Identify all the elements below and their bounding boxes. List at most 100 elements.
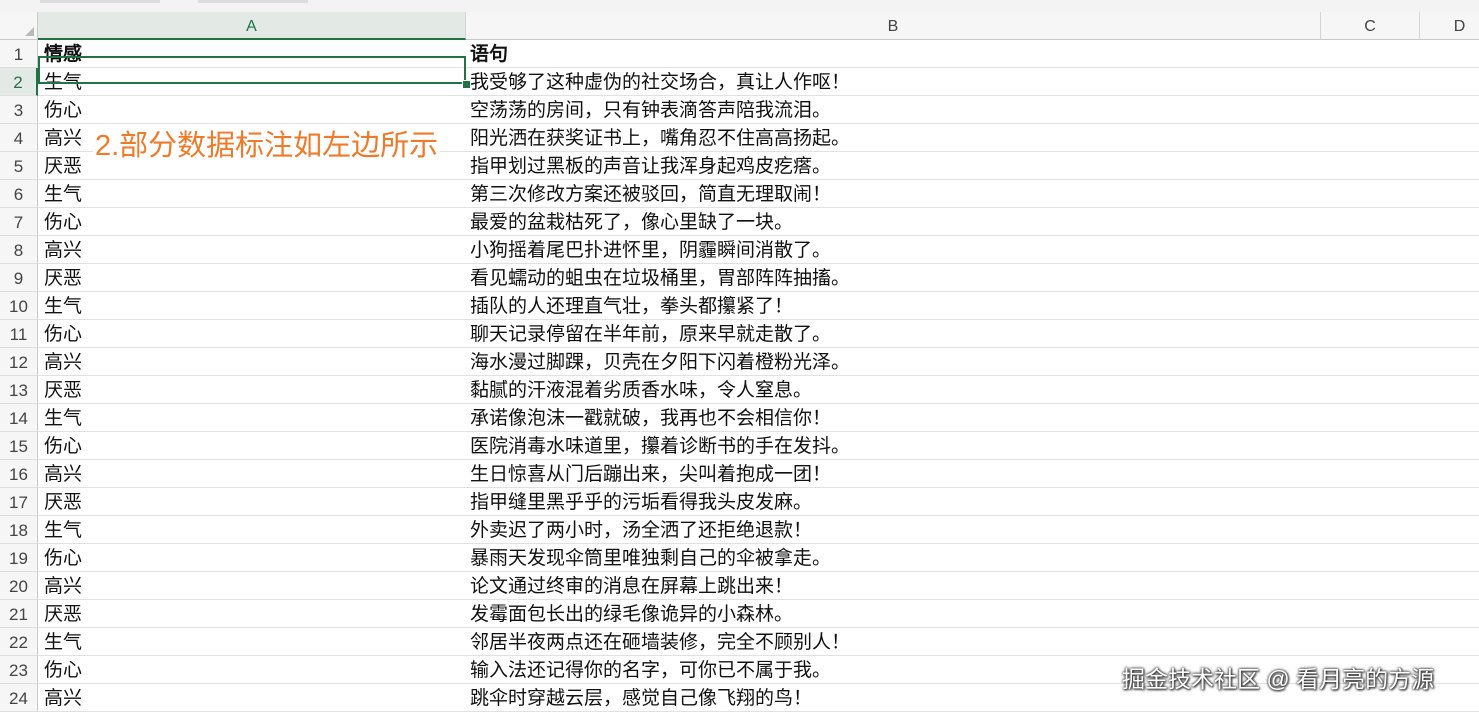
table-row: 伤心 聊天记录停留在半年前，原来早就走散了。	[38, 320, 1479, 348]
emotion-cell[interactable]: 伤心	[44, 320, 82, 347]
sentence-cell[interactable]: 我受够了这种虚伪的社交场合，真让人作呕！	[470, 68, 850, 95]
table-row: 生气 邻居半夜两点还在砸墙装修，完全不顾别人！	[38, 628, 1479, 656]
sentence-cell[interactable]: 指甲划过黑板的声音让我浑身起鸡皮疙瘩。	[470, 152, 831, 179]
emotion-cell[interactable]: 生气	[44, 292, 82, 319]
sentence-cell[interactable]: 输入法还记得你的名字，可你已不属于我。	[470, 656, 831, 683]
row-header[interactable]: 1	[0, 40, 38, 68]
row-header[interactable]: 15	[0, 432, 38, 460]
emotion-cell[interactable]: 高兴	[44, 684, 82, 711]
table-row: 厌恶 发霉面包长出的绿毛像诡异的小森林。	[38, 600, 1479, 628]
sentence-cell[interactable]: 空荡荡的房间，只有钟表滴答声陪我流泪。	[470, 96, 831, 123]
emotion-cell[interactable]: 高兴	[44, 572, 82, 599]
table-row: 伤心 医院消毒水味道里，攥着诊断书的手在发抖。	[38, 432, 1479, 460]
table-row: 生气 第三次修改方案还被驳回，简直无理取闹！	[38, 180, 1479, 208]
row-header[interactable]: 22	[0, 628, 38, 656]
emotion-cell[interactable]: 伤心	[44, 208, 82, 235]
row-header[interactable]: 19	[0, 544, 38, 572]
sentence-cell[interactable]: 承诺像泡沫一戳就破，我再也不会相信你！	[470, 404, 831, 431]
emotion-cell[interactable]: 高兴	[44, 348, 82, 375]
row-header[interactable]: 9	[0, 264, 38, 292]
sentence-cell[interactable]: 聊天记录停留在半年前，原来早就走散了。	[470, 320, 831, 347]
sentence-cell[interactable]: 最爱的盆栽枯死了，像心里缺了一块。	[470, 208, 793, 235]
tab-edge[interactable]	[198, 0, 308, 3]
row-header[interactable]: 4	[0, 124, 38, 152]
row-header[interactable]: 14	[0, 404, 38, 432]
sentence-cell[interactable]: 外卖迟了两小时，汤全洒了还拒绝退款！	[470, 516, 812, 543]
row-header[interactable]: 23	[0, 656, 38, 684]
sentence-cell[interactable]: 插队的人还理直气壮，拳头都攥紧了！	[470, 292, 793, 319]
emotion-cell[interactable]: 厌恶	[44, 376, 82, 403]
row-header[interactable]: 24	[0, 684, 38, 712]
row-header[interactable]: 3	[0, 96, 38, 124]
emotion-cell[interactable]: 伤心	[44, 656, 82, 683]
row-header[interactable]: 17	[0, 488, 38, 516]
row-header[interactable]: 21	[0, 600, 38, 628]
table-row: 伤心 空荡荡的房间，只有钟表滴答声陪我流泪。	[38, 96, 1479, 124]
row-header[interactable]: 20	[0, 572, 38, 600]
emotion-cell[interactable]: 厌恶	[44, 488, 82, 515]
watermark: 掘金技术社区 @ 看月亮的方源	[1122, 666, 1435, 692]
emotion-cell[interactable]: 高兴	[44, 236, 82, 263]
emotion-cell[interactable]: 厌恶	[44, 600, 82, 627]
row-header[interactable]: 2	[0, 68, 38, 96]
sentence-cell[interactable]: 阳光洒在获奖证书上，嘴角忍不住高高扬起。	[470, 124, 850, 151]
row-header[interactable]: 6	[0, 180, 38, 208]
fill-handle[interactable]	[462, 80, 471, 89]
sentence-cell[interactable]: 医院消毒水味道里，攥着诊断书的手在发抖。	[470, 432, 850, 459]
emotion-cell[interactable]: 厌恶	[44, 152, 82, 179]
sentence-cell[interactable]: 发霉面包长出的绿毛像诡异的小森林。	[470, 600, 793, 627]
select-all-corner[interactable]	[0, 12, 38, 40]
column-header-b[interactable]: B	[466, 12, 1321, 40]
sentence-cell[interactable]: 海水漫过脚踝，贝壳在夕阳下闪着橙粉光泽。	[470, 348, 850, 375]
active-cell-selection	[38, 56, 466, 84]
row-header[interactable]: 18	[0, 516, 38, 544]
tab-edge[interactable]	[40, 0, 160, 3]
sentence-cell[interactable]: 小狗摇着尾巴扑进怀里，阴霾瞬间消散了。	[470, 236, 831, 263]
annotation-label: 2.部分数据标注如左边所示	[93, 126, 441, 166]
table-row: 高兴 生日惊喜从门后蹦出来，尖叫着抱成一团！	[38, 460, 1479, 488]
row-header[interactable]: 8	[0, 236, 38, 264]
emotion-cell[interactable]: 伤心	[44, 544, 82, 571]
column-header-d[interactable]: D	[1420, 12, 1479, 40]
table-row: 厌恶 看见蠕动的蛆虫在垃圾桶里，胃部阵阵抽搐。	[38, 264, 1479, 292]
table-row: 伤心 最爱的盆栽枯死了，像心里缺了一块。	[38, 208, 1479, 236]
emotion-cell[interactable]: 生气	[44, 628, 82, 655]
column-header-c[interactable]: C	[1321, 12, 1420, 40]
sentence-cell[interactable]: 生日惊喜从门后蹦出来，尖叫着抱成一团！	[470, 460, 831, 487]
table-row: 伤心 暴雨天发现伞筒里唯独剩自己的伞被拿走。	[38, 544, 1479, 572]
row-header[interactable]: 7	[0, 208, 38, 236]
table-row: 厌恶 黏腻的汗液混着劣质香水味，令人窒息。	[38, 376, 1479, 404]
emotion-cell[interactable]: 伤心	[44, 96, 82, 123]
sentence-cell[interactable]: 黏腻的汗液混着劣质香水味，令人窒息。	[470, 376, 812, 403]
table-row: 高兴 小狗摇着尾巴扑进怀里，阴霾瞬间消散了。	[38, 236, 1479, 264]
row-header[interactable]: 11	[0, 320, 38, 348]
emotion-cell[interactable]: 高兴	[44, 460, 82, 487]
table-row: 生气 外卖迟了两小时，汤全洒了还拒绝退款！	[38, 516, 1479, 544]
sentence-cell[interactable]: 暴雨天发现伞筒里唯独剩自己的伞被拿走。	[470, 544, 831, 571]
table-row: 生气 插队的人还理直气壮，拳头都攥紧了！	[38, 292, 1479, 320]
table-row: 厌恶 指甲缝里黑乎乎的污垢看得我头皮发麻。	[38, 488, 1479, 516]
table-row: 高兴 海水漫过脚踝，贝壳在夕阳下闪着橙粉光泽。	[38, 348, 1479, 376]
select-all-icon	[25, 27, 34, 36]
emotion-cell[interactable]: 高兴	[44, 124, 82, 151]
emotion-cell[interactable]: 生气	[44, 516, 82, 543]
table-row: 高兴 论文通过终审的消息在屏幕上跳出来！	[38, 572, 1479, 600]
sentence-cell[interactable]: 看见蠕动的蛆虫在垃圾桶里，胃部阵阵抽搐。	[470, 264, 850, 291]
emotion-cell[interactable]: 生气	[44, 180, 82, 207]
sentence-cell[interactable]: 指甲缝里黑乎乎的污垢看得我头皮发麻。	[470, 488, 812, 515]
row-header[interactable]: 13	[0, 376, 38, 404]
sentence-cell[interactable]: 跳伞时穿越云层，感觉自己像飞翔的鸟！	[470, 684, 812, 711]
column-header-a[interactable]: A	[38, 12, 466, 40]
sentence-cell[interactable]: 第三次修改方案还被驳回，简直无理取闹！	[470, 180, 831, 207]
row-header[interactable]: 5	[0, 152, 38, 180]
emotion-cell[interactable]: 伤心	[44, 432, 82, 459]
sentence-cell[interactable]: 论文通过终审的消息在屏幕上跳出来！	[470, 572, 793, 599]
row-header[interactable]: 16	[0, 460, 38, 488]
sentence-cell[interactable]: 邻居半夜两点还在砸墙装修，完全不顾别人！	[470, 628, 850, 655]
table-row: 生气 承诺像泡沫一戳就破，我再也不会相信你！	[38, 404, 1479, 432]
emotion-cell[interactable]: 生气	[44, 404, 82, 431]
row-header[interactable]: 10	[0, 292, 38, 320]
header-cell-sentence[interactable]: 语句	[470, 40, 508, 67]
row-header[interactable]: 12	[0, 348, 38, 376]
emotion-cell[interactable]: 厌恶	[44, 264, 82, 291]
